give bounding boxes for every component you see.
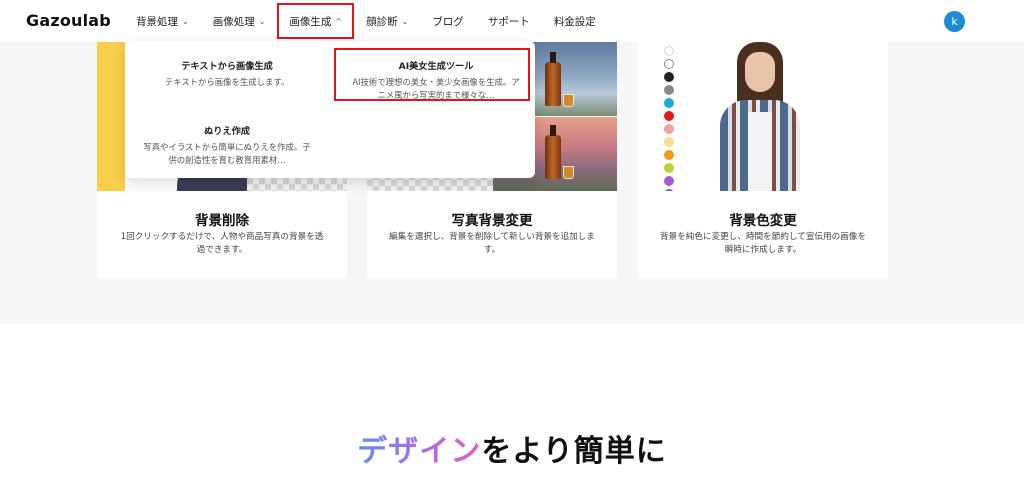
color-swatch[interactable]: [664, 98, 674, 108]
dropdown-item-coloring-page[interactable]: ぬりえ作成 写真やイラストから簡単にぬりえを作成。子供の創造性を育む教育用素材…: [129, 123, 325, 167]
color-swatch[interactable]: [664, 137, 674, 147]
nav-support[interactable]: サポート: [476, 0, 542, 42]
color-swatch[interactable]: [664, 163, 674, 173]
card-description: 1回クリックするだけで、人物や商品写真の背景を透過できます。: [120, 232, 324, 256]
dropdown-item-text-to-image[interactable]: テキストから画像生成 テキストから画像を生成します。: [129, 58, 325, 89]
user-avatar[interactable]: k: [944, 11, 965, 32]
color-swatch[interactable]: [664, 46, 674, 56]
color-swatch[interactable]: [664, 85, 674, 95]
chevron-down-icon: ⌄: [401, 16, 409, 26]
bottle-image: [545, 125, 561, 179]
image-generation-dropdown-menu: テキストから画像生成 テキストから画像を生成します。 AI美女生成ツール AI技…: [125, 41, 535, 178]
color-swatch[interactable]: [664, 124, 674, 134]
nav-image-processing[interactable]: 画像処理 ⌄: [201, 0, 278, 42]
nav-pricing[interactable]: 料金設定: [542, 0, 608, 42]
nav-blog[interactable]: ブログ: [420, 0, 476, 42]
card-description: 背景を純色に変更し、時間を節約して宣伝用の画像を瞬時に作成します。: [660, 232, 866, 256]
color-swatch-list: [664, 46, 676, 191]
nav-face-diagnosis[interactable]: 顔診断 ⌄: [354, 0, 420, 42]
card-image: [638, 42, 888, 191]
color-swatch[interactable]: [664, 72, 674, 82]
nav-image-generation[interactable]: 画像生成 ^: [277, 3, 355, 39]
nav-background-processing[interactable]: 背景処理 ⌄: [124, 0, 201, 42]
card-description: 編集を選択し、背景を削除して新しい背景を追加します。: [389, 232, 595, 256]
main-nav: 背景処理 ⌄ 画像処理 ⌄ 画像生成 ^ 顔診断 ⌄ ブログ サポート 料金設定: [124, 0, 608, 42]
color-swatch[interactable]: [664, 150, 674, 160]
card-title: 背景色変更: [729, 213, 797, 229]
card-title: 写真背景変更: [451, 213, 533, 229]
color-swatch[interactable]: [664, 111, 674, 121]
chevron-up-icon: ^: [335, 16, 343, 26]
chevron-down-icon: ⌄: [182, 16, 189, 26]
site-logo[interactable]: Gazoulab: [26, 11, 111, 30]
top-navigation-bar: Gazoulab 背景処理 ⌄ 画像処理 ⌄ 画像生成 ^ 顔診断 ⌄ ブログ …: [0, 0, 1024, 42]
color-swatch[interactable]: [664, 59, 674, 69]
bottle-image: [545, 52, 561, 106]
chevron-down-icon: ⌄: [258, 16, 266, 26]
feature-card-background-color-change[interactable]: 背景色変更 背景を純色に変更し、時間を節約して宣伝用の画像を瞬時に作成します。: [638, 42, 888, 278]
section-heading: デザインをより簡単に: [357, 434, 667, 469]
dropdown-item-ai-beauty-generator[interactable]: AI美女生成ツール AI技術で理想の美女・美少女画像を生成。アニメ風から写実的ま…: [338, 58, 534, 102]
color-swatch[interactable]: [664, 189, 674, 191]
color-swatch[interactable]: [664, 176, 674, 186]
card-title: 背景削除: [195, 213, 249, 229]
